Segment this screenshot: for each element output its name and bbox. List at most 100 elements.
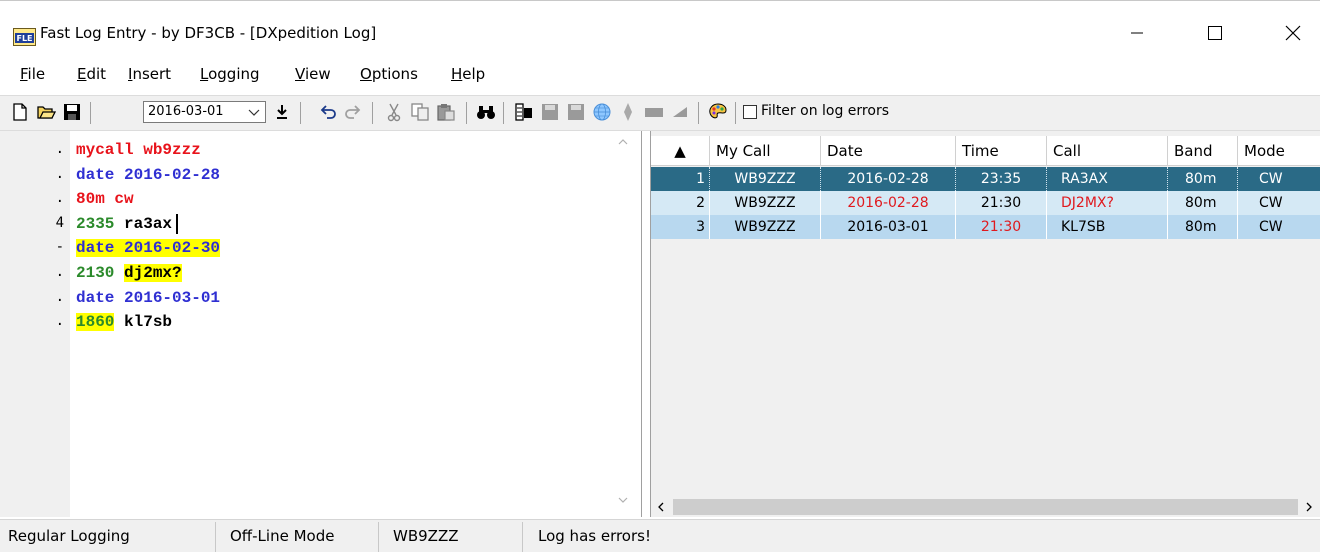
editor-line[interactable]: date 2016-03-01 [76, 287, 220, 309]
cell-time: 23:35 [956, 167, 1047, 191]
minimize-icon [1131, 32, 1143, 34]
scroll-up-icon[interactable] [617, 137, 629, 147]
editor-token: date 2016-02-30 [76, 239, 221, 258]
scrollbar-thumb[interactable] [673, 499, 1298, 515]
download-icon[interactable] [272, 102, 292, 122]
toolbar-separator [90, 102, 91, 124]
editor-token: kl7sb [114, 313, 173, 332]
filter-checkbox[interactable] [743, 105, 757, 119]
editor-line[interactable]: 1860 kl7sb [76, 311, 172, 333]
menu-edit[interactable]: Edit [77, 65, 106, 83]
menu-logging[interactable]: Logging [200, 65, 260, 83]
open-icon[interactable] [36, 102, 56, 122]
status-connection: Off-Line Mode [230, 527, 335, 545]
line-marker: . [55, 190, 64, 207]
text-caret [176, 213, 179, 234]
svg-text:FLE: FLE [16, 34, 32, 43]
editor-line[interactable]: mycall wb9zzz [76, 139, 201, 161]
globe-icon[interactable] [592, 102, 612, 122]
col-header-call[interactable]: Call [1047, 136, 1168, 166]
paste-icon[interactable] [436, 102, 456, 122]
upload2-icon[interactable] [566, 102, 586, 122]
bar-icon[interactable] [644, 102, 664, 122]
close-button[interactable] [1270, 15, 1316, 51]
menu-help[interactable]: Help [451, 65, 485, 83]
qso-grid: ▲ My Call Date Time Call Band Mode 1 WB9… [650, 131, 1320, 517]
cell-mode: CW [1238, 191, 1320, 215]
editor-token [114, 264, 124, 282]
cell-date: 2016-03-01 [821, 215, 956, 239]
toolbar-separator [698, 102, 699, 124]
undo-icon[interactable] [318, 102, 338, 122]
cell-band: 80m [1168, 167, 1238, 191]
editor-token: ra3ax [114, 214, 173, 233]
export-icon[interactable] [514, 102, 534, 122]
sort-indicator[interactable]: ▲ [651, 136, 710, 166]
line-marker: 4 [55, 214, 64, 231]
diamond-icon[interactable] [618, 102, 638, 122]
scroll-left-icon[interactable] [655, 501, 667, 513]
editor-token: 1860 [76, 313, 115, 332]
minimize-button[interactable] [1114, 15, 1160, 51]
cell-band: 80m [1168, 191, 1238, 215]
col-header-band[interactable]: Band [1168, 136, 1238, 166]
cell-band: 80m [1168, 215, 1238, 239]
menu-view[interactable]: View [295, 65, 331, 83]
menu-options[interactable]: Options [360, 65, 418, 83]
cut-icon[interactable] [384, 102, 404, 122]
menu-label: elp [462, 65, 486, 83]
menu-label: ile [27, 65, 46, 83]
editor-token: dj2mx? [124, 264, 182, 282]
cell-mycall: WB9ZZZ [710, 215, 821, 239]
redo-icon[interactable] [343, 102, 363, 122]
menu-insert[interactable]: Insert [128, 65, 171, 83]
editor-line[interactable]: 2335 ra3ax [76, 213, 179, 235]
menu-file[interactable]: File [20, 65, 45, 83]
editor-line[interactable]: date 2016-02-28 [76, 164, 220, 186]
line-marker: - [55, 239, 64, 256]
col-header-date[interactable]: Date [821, 136, 956, 166]
toolbar-separator [466, 102, 467, 124]
new-icon[interactable] [10, 102, 30, 122]
filter-label: Filter on log errors [761, 103, 889, 119]
cell-call: DJ2MX? [1047, 191, 1168, 215]
col-header-time[interactable]: Time [956, 136, 1047, 166]
status-callsign: WB9ZZZ [393, 527, 459, 545]
menu-hotkey: O [360, 65, 372, 83]
toolbar-separator [735, 102, 736, 124]
cell-date: 2016-02-28 [821, 167, 956, 191]
status-divider [378, 522, 379, 552]
find-icon[interactable] [476, 102, 496, 122]
status-message: Log has errors! [538, 527, 651, 545]
cell-date: 2016-02-28 [821, 191, 956, 215]
editor-line[interactable]: 80m cw [76, 188, 134, 210]
editor-token: mycall wb9zzz [76, 141, 201, 159]
close-icon [1285, 25, 1301, 41]
status-divider [522, 522, 523, 552]
copy-icon[interactable] [410, 102, 430, 122]
scroll-right-icon[interactable] [1303, 501, 1315, 513]
editor-token: date 2016-03-01 [76, 288, 221, 307]
upload-icon[interactable] [540, 102, 560, 122]
col-header-mycall[interactable]: My Call [710, 136, 821, 166]
scroll-down-icon[interactable] [617, 495, 629, 505]
menu-hotkey: H [451, 65, 463, 83]
palette-icon[interactable] [708, 102, 728, 122]
table-row[interactable]: 1 WB9ZZZ 2016-02-28 23:35 RA3AX 80m CW [651, 167, 1320, 191]
grid-header: ▲ My Call Date Time Call Band Mode [651, 136, 1320, 166]
row-number: 2 [651, 191, 710, 215]
editor-line[interactable]: date 2016-02-30 [76, 237, 221, 259]
table-row[interactable]: 2 WB9ZZZ 2016-02-28 21:30 DJ2MX? 80m CW [651, 191, 1320, 215]
date-combo[interactable]: 2016-03-01 [143, 101, 266, 123]
maximize-button[interactable] [1192, 15, 1238, 51]
menu-hotkey: V [295, 65, 305, 83]
horizontal-scrollbar[interactable] [651, 497, 1320, 517]
col-header-mode[interactable]: Mode [1238, 136, 1320, 166]
save-icon[interactable] [62, 102, 82, 122]
menu-label: ogging [208, 65, 260, 83]
bar-icon[interactable] [670, 102, 690, 122]
toolbar-separator [372, 102, 373, 124]
table-row[interactable]: 3 WB9ZZZ 2016-03-01 21:30 KL7SB 80m CW [651, 215, 1320, 239]
log-editor[interactable]: . mycall wb9zzz. date 2016-02-28. 80m cw 4 23… [0, 131, 642, 517]
editor-line[interactable]: 2130 dj2mx? [76, 262, 182, 284]
